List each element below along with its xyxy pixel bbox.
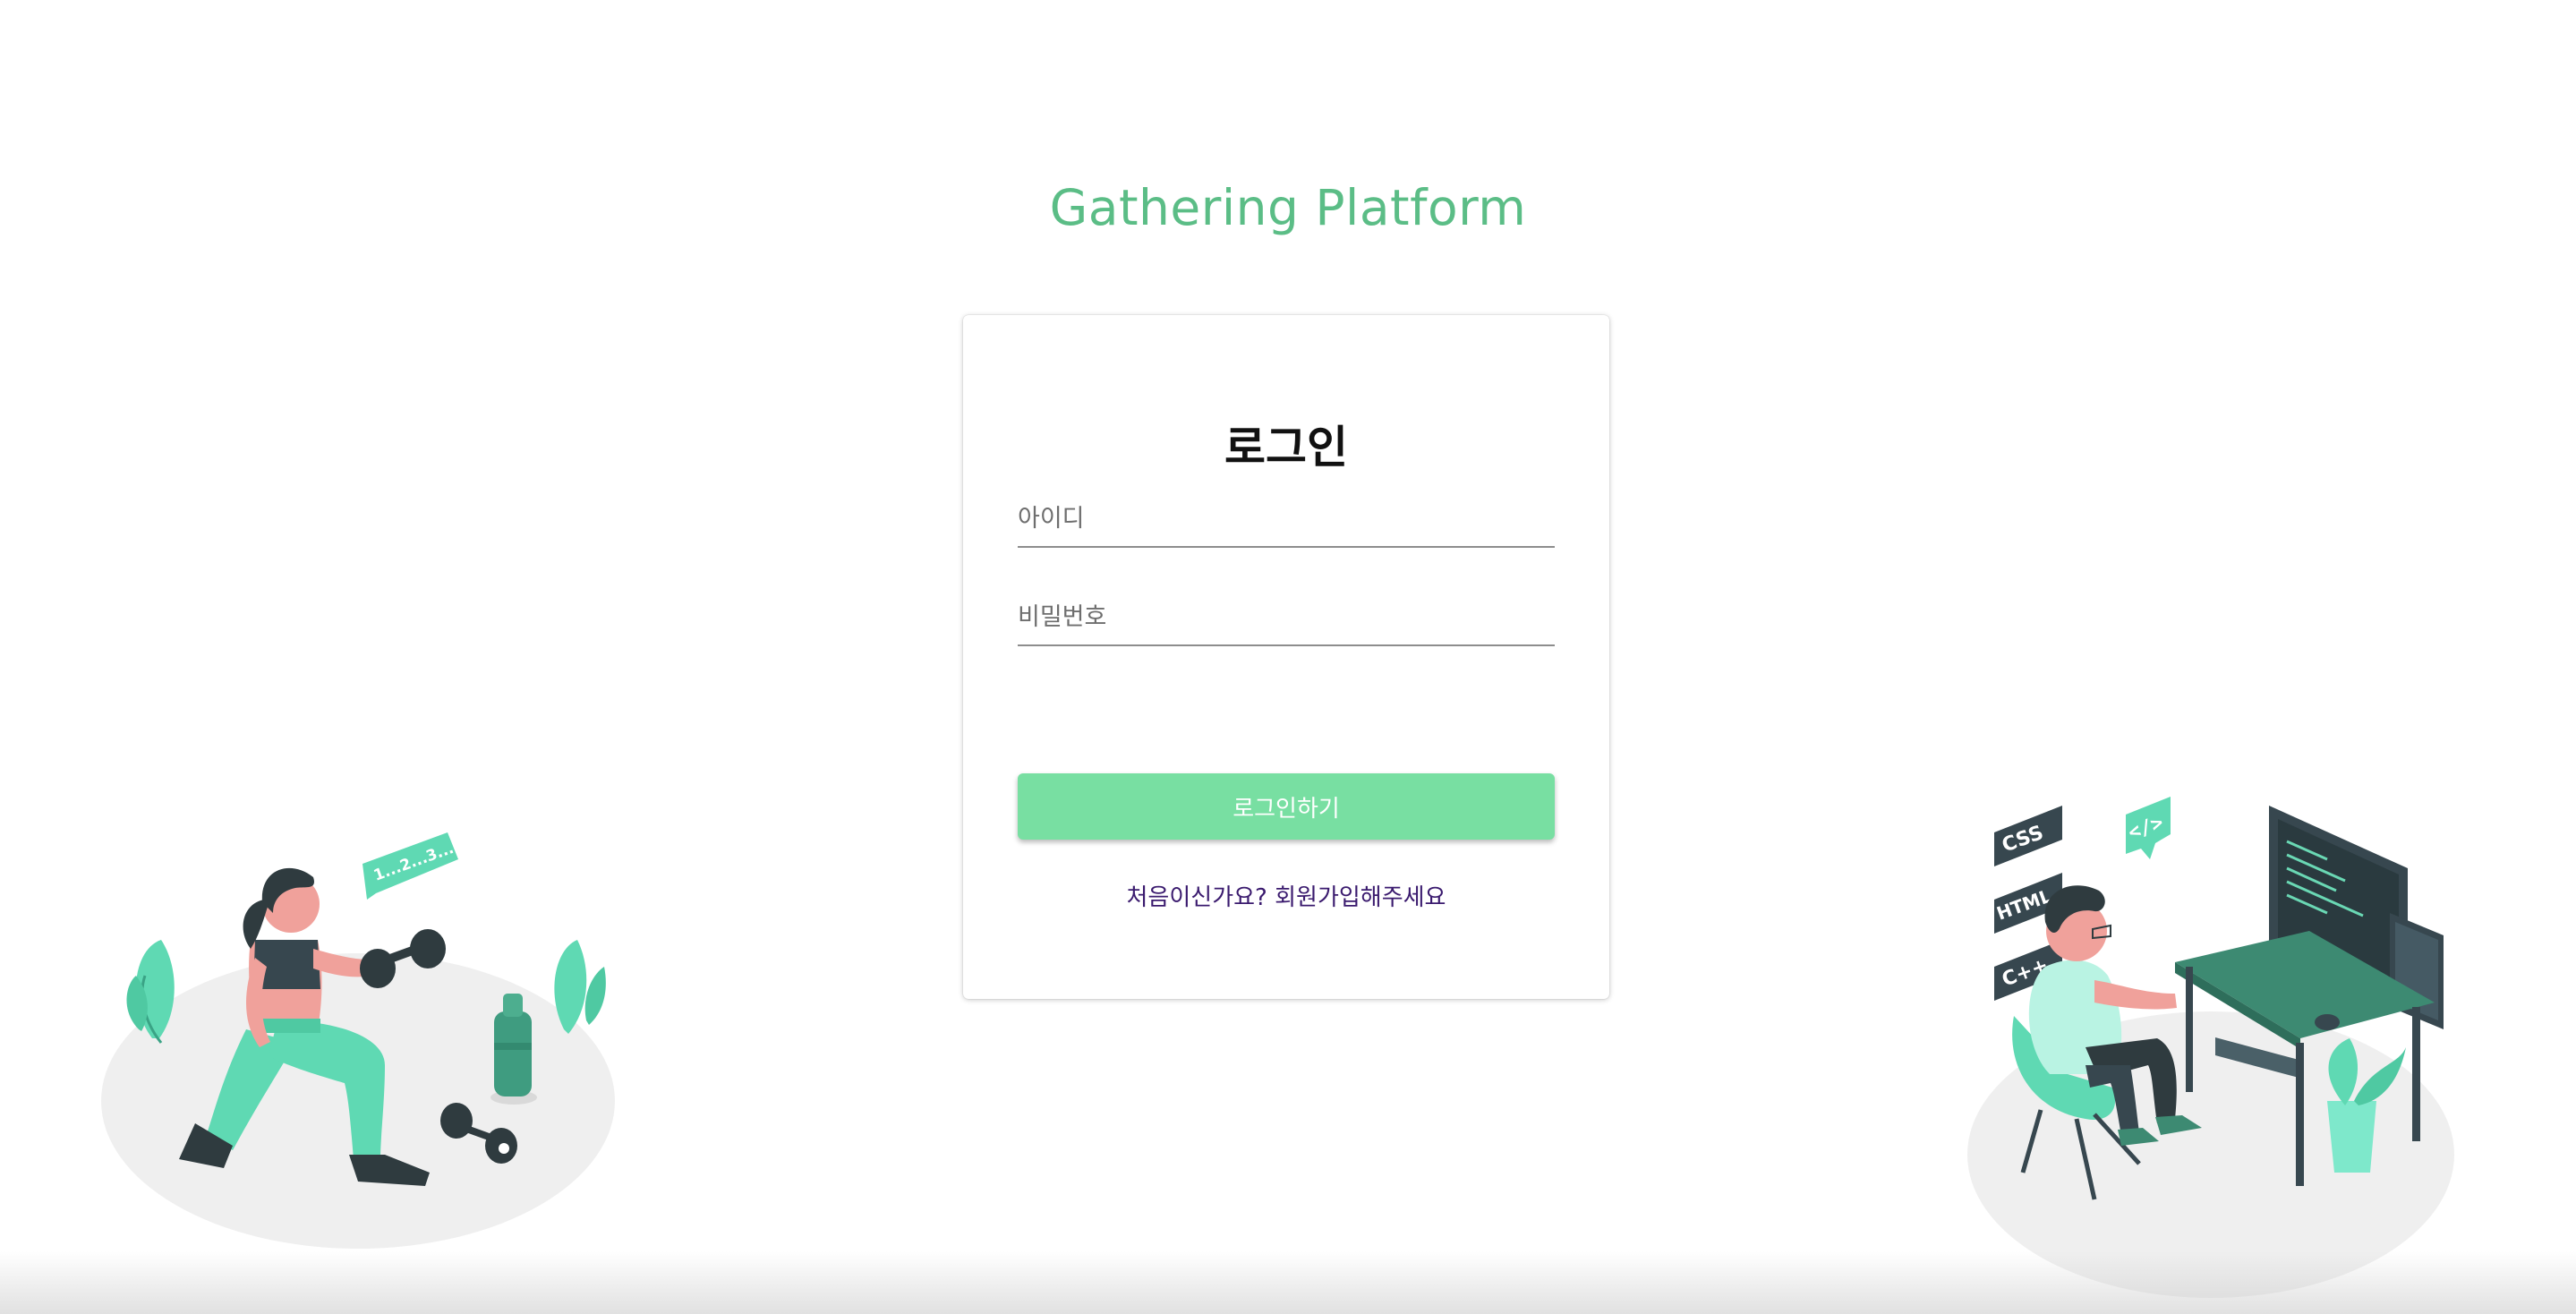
developer-illustration: CSS HTML C++ </> xyxy=(1967,797,2454,1298)
password-input[interactable] xyxy=(1018,589,1555,646)
bottom-fade xyxy=(0,1251,2576,1314)
username-input[interactable] xyxy=(1018,491,1555,548)
css-tag-icon: CSS xyxy=(1994,806,2062,866)
login-card: 로그인 로그인하기 처음이신가요? 회원가입해주세요 xyxy=(963,315,1609,999)
signup-link[interactable]: 처음이신가요? 회원가입해주세요 xyxy=(963,879,1609,912)
fitness-illustration: 1...2...3... xyxy=(101,832,615,1249)
login-page: Gathering Platform 로그인 로그인하기 처음이신가요? 회원가… xyxy=(0,0,2576,1314)
login-button[interactable]: 로그인하기 xyxy=(1018,773,1555,840)
mouse-icon xyxy=(2315,1014,2340,1030)
app-title: Gathering Platform xyxy=(1049,179,1527,236)
login-heading: 로그인 xyxy=(1224,422,1348,474)
plant-right-icon xyxy=(554,940,606,1034)
counter-bubble: 1...2...3... xyxy=(363,832,458,900)
code-bubble-icon: </> xyxy=(2126,797,2171,859)
